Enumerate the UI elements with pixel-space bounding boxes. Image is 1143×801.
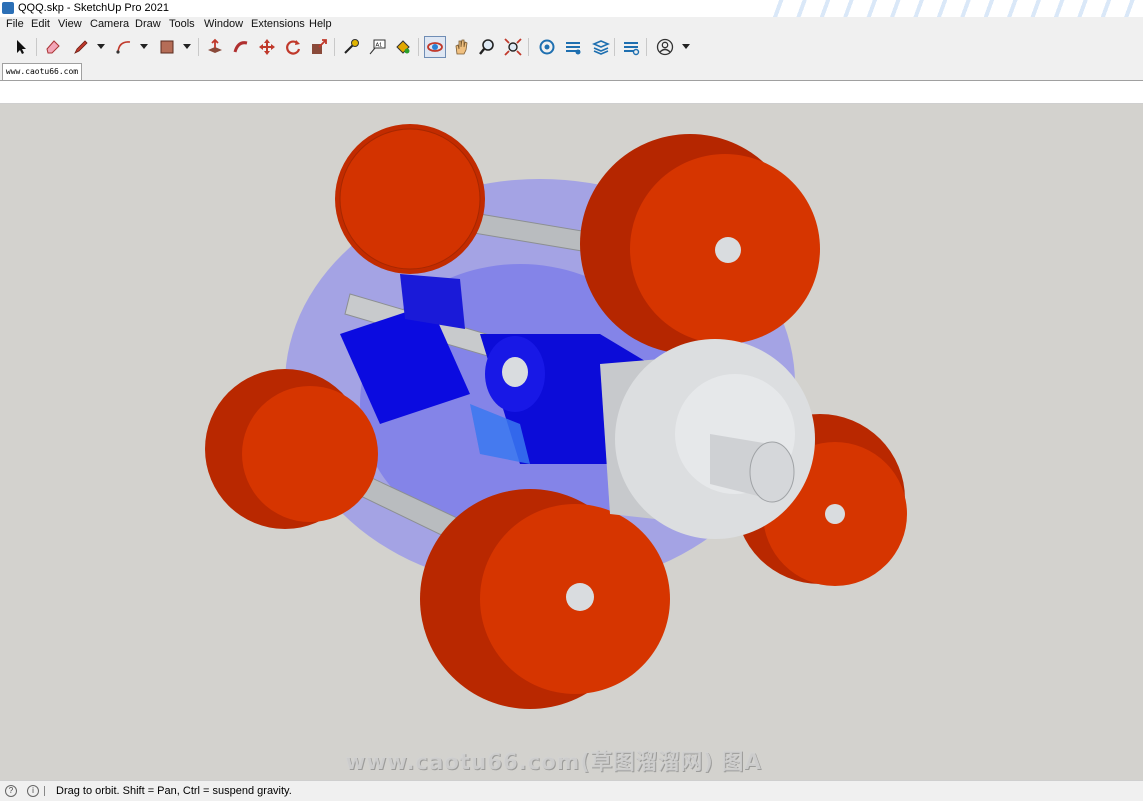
- text-tool-button[interactable]: A1: [366, 36, 388, 58]
- red-gear-top-left: [335, 124, 485, 274]
- status-bar: ? i Drag to orbit. Shift = Pan, Ctrl = s…: [0, 780, 1143, 801]
- toolbar-separator: [418, 38, 419, 56]
- pencil-icon: [74, 40, 88, 54]
- orbit-tool-button[interactable]: [424, 36, 446, 58]
- line-tool-button[interactable]: [70, 36, 92, 58]
- blue-hub-bore: [502, 357, 528, 387]
- menu-view[interactable]: View: [58, 18, 82, 31]
- 3d-warehouse-button[interactable]: [536, 36, 558, 58]
- gear-assembly-model[interactable]: [0, 104, 1143, 780]
- toolbar-separator: [198, 38, 199, 56]
- zoom-extents-tool-button[interactable]: [502, 36, 524, 58]
- rotate-icon: [286, 40, 301, 55]
- menu-window[interactable]: Window: [204, 18, 243, 31]
- arrow-cursor-icon: [17, 40, 26, 54]
- user-account-icon: [656, 38, 674, 56]
- warehouse-icon: [539, 39, 555, 55]
- menu-extensions[interactable]: Extensions: [251, 18, 305, 31]
- menu-draw[interactable]: Draw: [135, 18, 161, 31]
- zoom-extents-icon: [504, 38, 522, 56]
- menu-camera[interactable]: Camera: [90, 18, 129, 31]
- red-gear-top-right: [580, 134, 820, 354]
- scale-icon: [312, 39, 327, 54]
- menu-tools[interactable]: Tools: [169, 18, 195, 31]
- follow-me-tool-button[interactable]: [230, 36, 252, 58]
- scene-tab[interactable]: www.caotu66.com: [2, 63, 82, 80]
- extension-manager-icon: [624, 42, 640, 56]
- extension-warehouse-icon: [566, 42, 581, 55]
- menu-help[interactable]: Help: [309, 18, 332, 31]
- toolbar-dock-area: [0, 81, 1143, 104]
- geo-location-icon[interactable]: ?: [5, 785, 17, 797]
- tape-measure-tool-button[interactable]: [340, 36, 362, 58]
- push-pull-tool-button[interactable]: [204, 36, 226, 58]
- hand-icon: [455, 39, 468, 55]
- arc-icon: [116, 41, 131, 54]
- rectangle-tool-button[interactable]: [156, 36, 178, 58]
- select-tool-button[interactable]: [10, 36, 32, 58]
- menu-file[interactable]: File: [6, 18, 24, 31]
- menu-bar: File Edit View Camera Draw Tools Window …: [0, 17, 1143, 32]
- extension-warehouse-button[interactable]: [562, 36, 584, 58]
- push-pull-icon: [208, 38, 222, 53]
- tape-measure-icon: [344, 39, 359, 54]
- layout-button[interactable]: [590, 36, 612, 58]
- paint-bucket-tool-button[interactable]: [392, 36, 414, 58]
- status-separator: [44, 786, 45, 796]
- magnifier-icon: [479, 39, 494, 55]
- follow-me-icon: [233, 41, 248, 53]
- orbit-icon: [427, 42, 443, 52]
- zoom-tool-button[interactable]: [476, 36, 498, 58]
- title-bar-decoration: [760, 0, 1143, 17]
- eraser-tool-button[interactable]: [42, 36, 64, 58]
- toolbar-separator: [36, 38, 37, 56]
- arc-tool-dropdown-icon[interactable]: [140, 44, 148, 49]
- toolbar-separator: [646, 38, 647, 56]
- pan-tool-button[interactable]: [450, 36, 472, 58]
- status-message: Drag to orbit. Shift = Pan, Ctrl = suspe…: [56, 785, 292, 797]
- arc-tool-button[interactable]: [113, 36, 135, 58]
- paint-bucket-icon: [396, 40, 410, 54]
- toolbar-separator: [334, 38, 335, 56]
- main-toolbar: A1: [0, 32, 1143, 63]
- text-label-icon: A1: [369, 39, 386, 55]
- account-button[interactable]: [654, 36, 676, 58]
- extension-manager-button[interactable]: [620, 36, 642, 58]
- move-arrows-icon: [259, 39, 275, 55]
- scale-tool-button[interactable]: [308, 36, 330, 58]
- scene-tab-strip: www.caotu66.com: [0, 62, 1143, 81]
- title-bar: QQQ.skp - SketchUp Pro 2021: [0, 0, 1143, 17]
- move-tool-button[interactable]: [256, 36, 278, 58]
- toolbar-separator: [614, 38, 615, 56]
- info-icon[interactable]: i: [27, 785, 39, 797]
- watermark-text: www.caotu66.com(草图溜溜网) 图A: [345, 750, 762, 775]
- eraser-icon: [46, 40, 60, 54]
- account-dropdown-icon[interactable]: [682, 44, 690, 49]
- rectangle-icon: [160, 40, 174, 54]
- window-title: QQQ.skp - SketchUp Pro 2021: [18, 2, 170, 14]
- model-viewport[interactable]: www.caotu66.com(草图溜溜网) 图A: [0, 104, 1143, 780]
- sketchup-app-icon: [2, 2, 14, 14]
- menu-edit[interactable]: Edit: [31, 18, 50, 31]
- grey-gear: [600, 339, 815, 539]
- rotate-tool-button[interactable]: [282, 36, 304, 58]
- line-tool-dropdown-icon[interactable]: [97, 44, 105, 49]
- svg-text:A1: A1: [376, 43, 383, 49]
- layers-stack-icon: [592, 40, 610, 55]
- rectangle-tool-dropdown-icon[interactable]: [183, 44, 191, 49]
- toolbar-separator: [528, 38, 529, 56]
